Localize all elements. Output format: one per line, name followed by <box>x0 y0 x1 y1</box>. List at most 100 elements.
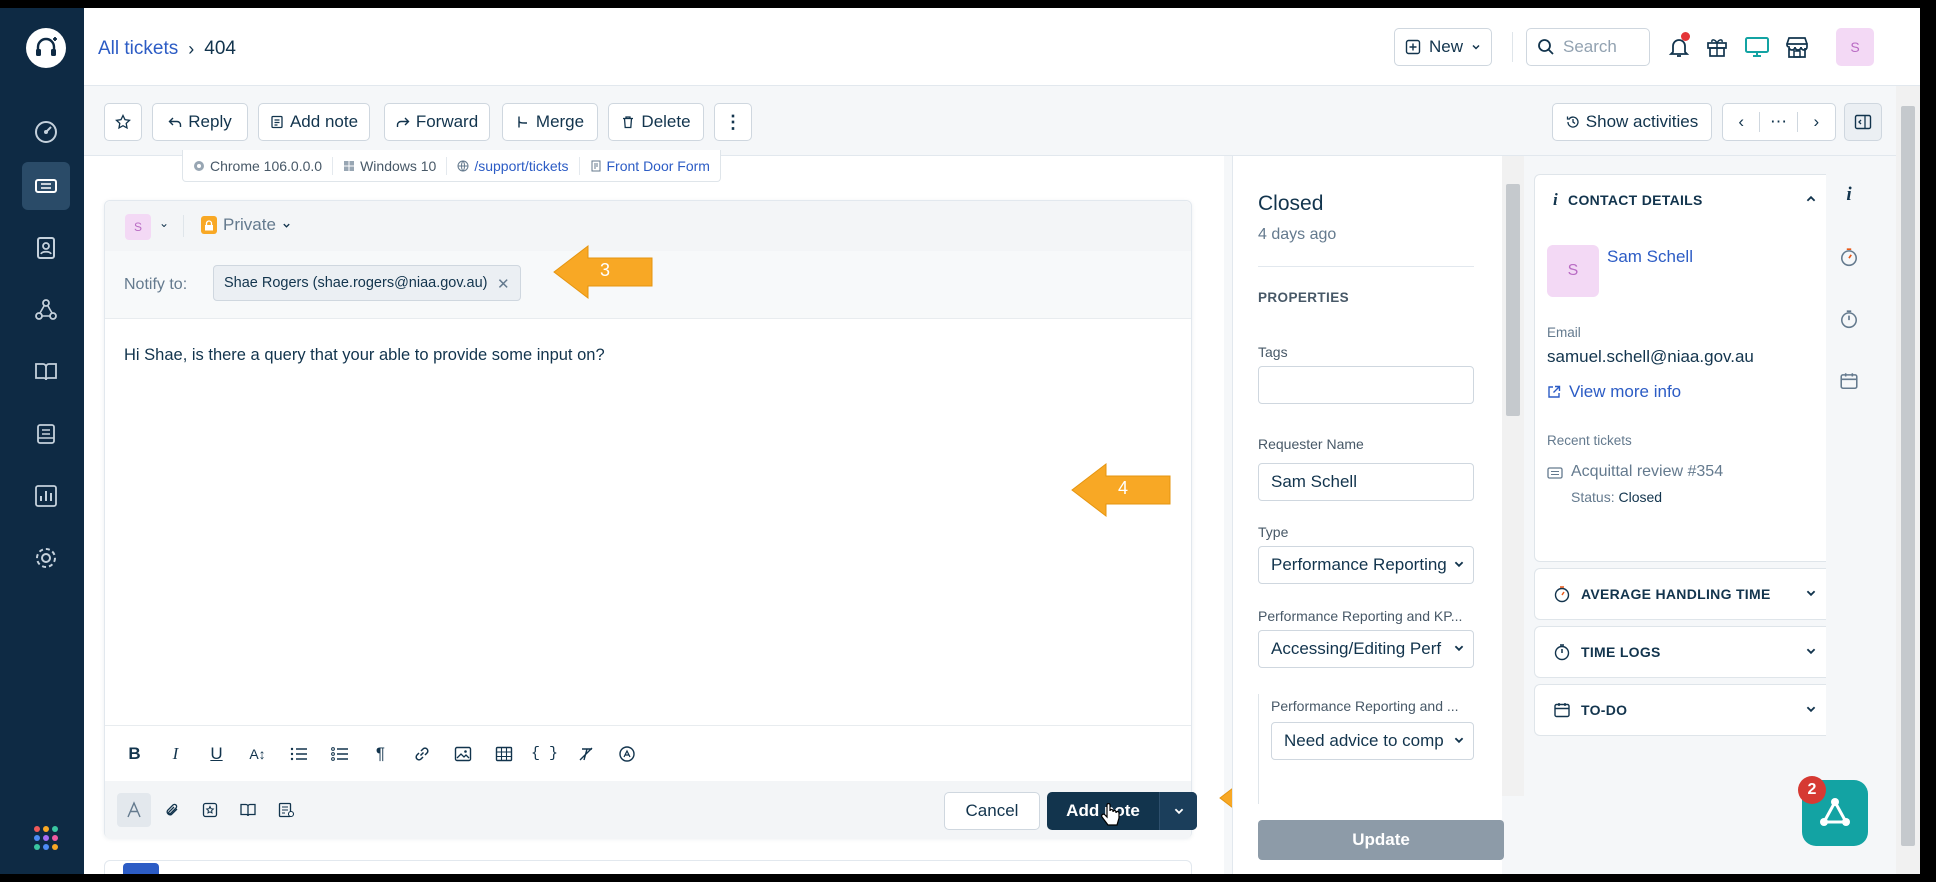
average-handling-time-title: AVERAGE HANDLING TIME <box>1581 586 1771 602</box>
merge-button[interactable]: Merge <box>502 103 598 141</box>
tickets-icon[interactable] <box>22 162 70 210</box>
monitor-icon[interactable] <box>1740 30 1774 64</box>
time-logs-header[interactable]: TIME LOGS <box>1535 627 1831 677</box>
requester-name-field[interactable]: Sam Schell <box>1258 463 1474 501</box>
new-button[interactable]: New <box>1394 28 1492 66</box>
note-body-text[interactable]: Hi Shae, is there a query that your able… <box>124 346 605 365</box>
contact-details-header[interactable]: i CONTACT DETAILS <box>1535 175 1831 225</box>
add-note-options-chevron-down-icon[interactable] <box>1159 792 1197 830</box>
meta-path-link[interactable]: /support/tickets <box>447 156 580 175</box>
average-handling-time-header[interactable]: AVERAGE HANDLING TIME <box>1535 569 1831 619</box>
font-size-icon[interactable]: A↕ <box>244 740 271 767</box>
image-icon[interactable] <box>449 740 476 767</box>
pager-more-icon[interactable]: ⋯ <box>1760 112 1798 132</box>
type-select[interactable]: Performance Reporting <box>1258 546 1474 584</box>
type-label: Type <box>1258 524 1289 540</box>
tags-label: Tags <box>1258 344 1288 360</box>
canned-response-icon[interactable] <box>193 793 227 827</box>
reports-icon[interactable] <box>22 472 70 520</box>
code-block-icon[interactable]: { } <box>531 740 558 767</box>
update-button[interactable]: Update <box>1258 820 1504 860</box>
performance-reporting-sub-select[interactable]: Need advice to comp <box>1271 722 1474 760</box>
lock-icon <box>201 216 217 234</box>
time-logs-card[interactable]: TIME LOGS <box>1534 626 1832 678</box>
tags-input[interactable] <box>1258 366 1474 404</box>
marketplace-store-icon[interactable] <box>1780 30 1814 64</box>
performance-reporting-sub-value: Need advice to comp <box>1284 731 1444 750</box>
notifications-bell-icon[interactable] <box>1662 30 1696 64</box>
show-activities-button[interactable]: Show activities <box>1552 103 1712 141</box>
author-avatar[interactable]: S <box>125 214 151 240</box>
underline-icon[interactable]: U <box>203 740 230 767</box>
toggle-sidebar-button[interactable] <box>1844 103 1882 141</box>
reply-button[interactable]: Reply <box>152 103 248 141</box>
forward-button[interactable]: Forward <box>384 103 490 141</box>
calendar-rail-icon[interactable] <box>1834 366 1864 396</box>
previous-ticket-chevron-left-icon[interactable]: ‹ <box>1723 112 1761 132</box>
globe-icon <box>457 160 469 171</box>
average-handling-time-card[interactable]: AVERAGE HANDLING TIME <box>1534 568 1832 620</box>
more-actions-button[interactable]: ⋮ <box>714 103 752 141</box>
info-rail-icon[interactable]: i <box>1834 180 1864 210</box>
knowledge-base-icon[interactable] <box>22 348 70 396</box>
page-scrollbar-thumb[interactable] <box>1901 106 1915 846</box>
breadcrumb-all-tickets[interactable]: All tickets <box>98 38 178 60</box>
text-format-icon[interactable] <box>117 793 151 827</box>
performance-reporting-select[interactable]: Accessing/Editing Perf <box>1258 630 1474 668</box>
paragraph-icon[interactable]: ¶ <box>367 740 394 767</box>
assets-icon[interactable] <box>22 410 70 458</box>
italic-icon[interactable]: I <box>162 740 189 767</box>
app-logo-icon[interactable] <box>26 28 66 68</box>
gift-icon[interactable] <box>1700 30 1734 64</box>
author-chevron-down-icon[interactable]: ⌄ <box>159 216 169 230</box>
recent-ticket-link[interactable]: Acquittal review #354 <box>1571 463 1723 481</box>
notify-label: Notify to: <box>124 276 188 293</box>
meta-browser-label: Chrome 106.0.0.0 <box>210 157 323 174</box>
clear-format-icon[interactable] <box>572 740 599 767</box>
user-avatar[interactable]: S <box>1836 28 1874 66</box>
properties-scrollbar[interactable] <box>1502 156 1524 796</box>
forward-label: Forward <box>415 112 479 131</box>
attachment-paperclip-icon[interactable] <box>155 793 189 827</box>
properties-scrollbar-thumb[interactable] <box>1506 184 1520 416</box>
next-conversation-card <box>104 860 1192 874</box>
dashboard-icon[interactable] <box>22 108 70 156</box>
add-note-toolbar-button[interactable]: Add note <box>258 103 370 141</box>
contacts-icon[interactable] <box>22 224 70 272</box>
privacy-label: Private <box>223 215 276 234</box>
add-note-submit-button[interactable]: Add note <box>1047 792 1197 830</box>
numbered-list-icon[interactable] <box>285 740 312 767</box>
info-icon: i <box>1553 190 1559 209</box>
privacy-dropdown[interactable]: Private <box>201 215 291 235</box>
link-icon[interactable] <box>408 740 435 767</box>
spell-check-icon[interactable] <box>613 740 640 767</box>
solution-article-book-icon[interactable] <box>231 793 265 827</box>
meta-form-link[interactable]: Front Door Form <box>580 157 720 175</box>
new-label: New <box>1428 37 1463 56</box>
page-scrollbar[interactable] <box>1896 86 1920 874</box>
star-button[interactable] <box>104 103 142 141</box>
cancel-button[interactable]: Cancel <box>944 792 1040 830</box>
contact-name-link[interactable]: Sam Schell <box>1607 247 1693 267</box>
groups-icon[interactable] <box>22 286 70 334</box>
search-input[interactable]: Search <box>1526 28 1650 66</box>
stopwatch-rail-icon[interactable] <box>1834 242 1864 272</box>
todo-card[interactable]: TO-DO <box>1534 684 1832 736</box>
bold-icon[interactable]: B <box>121 740 148 767</box>
apps-launcher-icon[interactable] <box>34 826 58 850</box>
settings-gear-icon[interactable] <box>22 534 70 582</box>
table-icon[interactable] <box>490 740 517 767</box>
delete-button[interactable]: Delete <box>608 103 704 141</box>
view-more-info-link[interactable]: View more info <box>1547 382 1681 402</box>
next-ticket-chevron-right-icon[interactable]: › <box>1798 112 1835 132</box>
todo-header[interactable]: TO-DO <box>1535 685 1831 735</box>
notify-recipient-chip[interactable]: Shae Rogers (shae.rogers@niaa.gov.au) ✕ <box>213 265 521 301</box>
recent-ticket-status-label: Status: <box>1571 489 1615 505</box>
ticket-icon <box>1547 467 1563 479</box>
performance-reporting-sub-label: Performance Reporting and ... <box>1271 698 1459 714</box>
insert-placeholder-icon[interactable] <box>269 793 303 827</box>
timer-rail-icon[interactable] <box>1834 304 1864 334</box>
remove-chip-close-icon[interactable]: ✕ <box>497 275 510 293</box>
bullet-list-icon[interactable] <box>326 740 353 767</box>
breadcrumb: All tickets › 404 <box>98 38 236 60</box>
